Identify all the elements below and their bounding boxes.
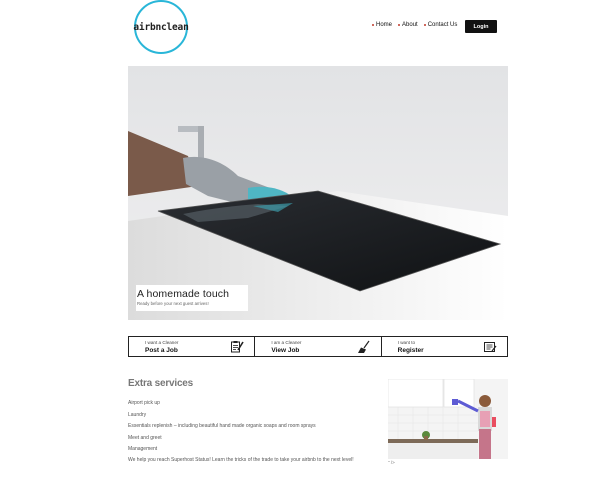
main-nav: Home About Contact Us: [372, 22, 463, 28]
logo-text: airbnclean: [133, 21, 189, 33]
hero-image: A homemade touch Ready before your next …: [128, 66, 508, 320]
hero-title: A homemade touch: [137, 288, 230, 300]
list-item: Management: [128, 446, 158, 452]
hero-subtitle: Ready before your next guest arrives!: [137, 301, 209, 306]
extra-services-note: We help you reach Superhost Status! Lear…: [128, 457, 354, 463]
list-item: Essentials replenish – including beautif…: [128, 423, 316, 429]
view-job-small-label: I am a Cleaner: [271, 340, 302, 345]
image-caption: " />: [388, 460, 395, 465]
clipboard-pencil-icon: [231, 341, 245, 353]
nav-bullet-icon: [423, 24, 426, 26]
nav-home-link[interactable]: Home: [372, 22, 392, 28]
extra-services-heading: Extra services: [128, 378, 194, 389]
register-button[interactable]: I want to Register: [381, 336, 508, 357]
nav-about-label: About: [402, 22, 418, 28]
cleaner-kitchen-photo: [388, 379, 508, 459]
extra-services-list: Airport pick up Laundry Essentials reple…: [128, 398, 378, 456]
site-logo[interactable]: airbnclean: [133, 0, 189, 54]
view-job-button[interactable]: I am a Cleaner View Job: [255, 336, 382, 357]
list-item: Airport pick up: [128, 400, 160, 406]
action-bar: I want a Cleaner Post a Job I am a Clean…: [128, 336, 508, 357]
cleaning-photo: [388, 379, 508, 459]
post-job-label: Post a Job: [145, 347, 178, 354]
login-button[interactable]: Login: [465, 20, 497, 33]
nav-home-label: Home: [376, 22, 393, 28]
nav-bullet-icon: [398, 24, 401, 26]
list-item: Meet and greet: [128, 434, 162, 441]
hero-caption: A homemade touch Ready before your next …: [136, 285, 248, 311]
nav-contact-link[interactable]: Contact Us: [423, 22, 458, 28]
view-job-label: View Job: [271, 347, 300, 354]
register-small-label: I want to: [397, 340, 416, 345]
hero-photo-cooktop: [128, 66, 508, 320]
nav-about-link[interactable]: About: [398, 22, 418, 28]
register-label: Register: [397, 347, 424, 354]
post-job-button[interactable]: I want a Cleaner Post a Job: [128, 336, 256, 357]
broom-icon: [357, 340, 370, 353]
nav-contact-label: Contact Us: [427, 22, 458, 28]
list-item: Laundry: [128, 411, 147, 418]
post-job-small-label: I want a Cleaner: [145, 340, 179, 345]
nav-bullet-icon: [372, 24, 374, 26]
register-form-icon: [483, 342, 497, 352]
